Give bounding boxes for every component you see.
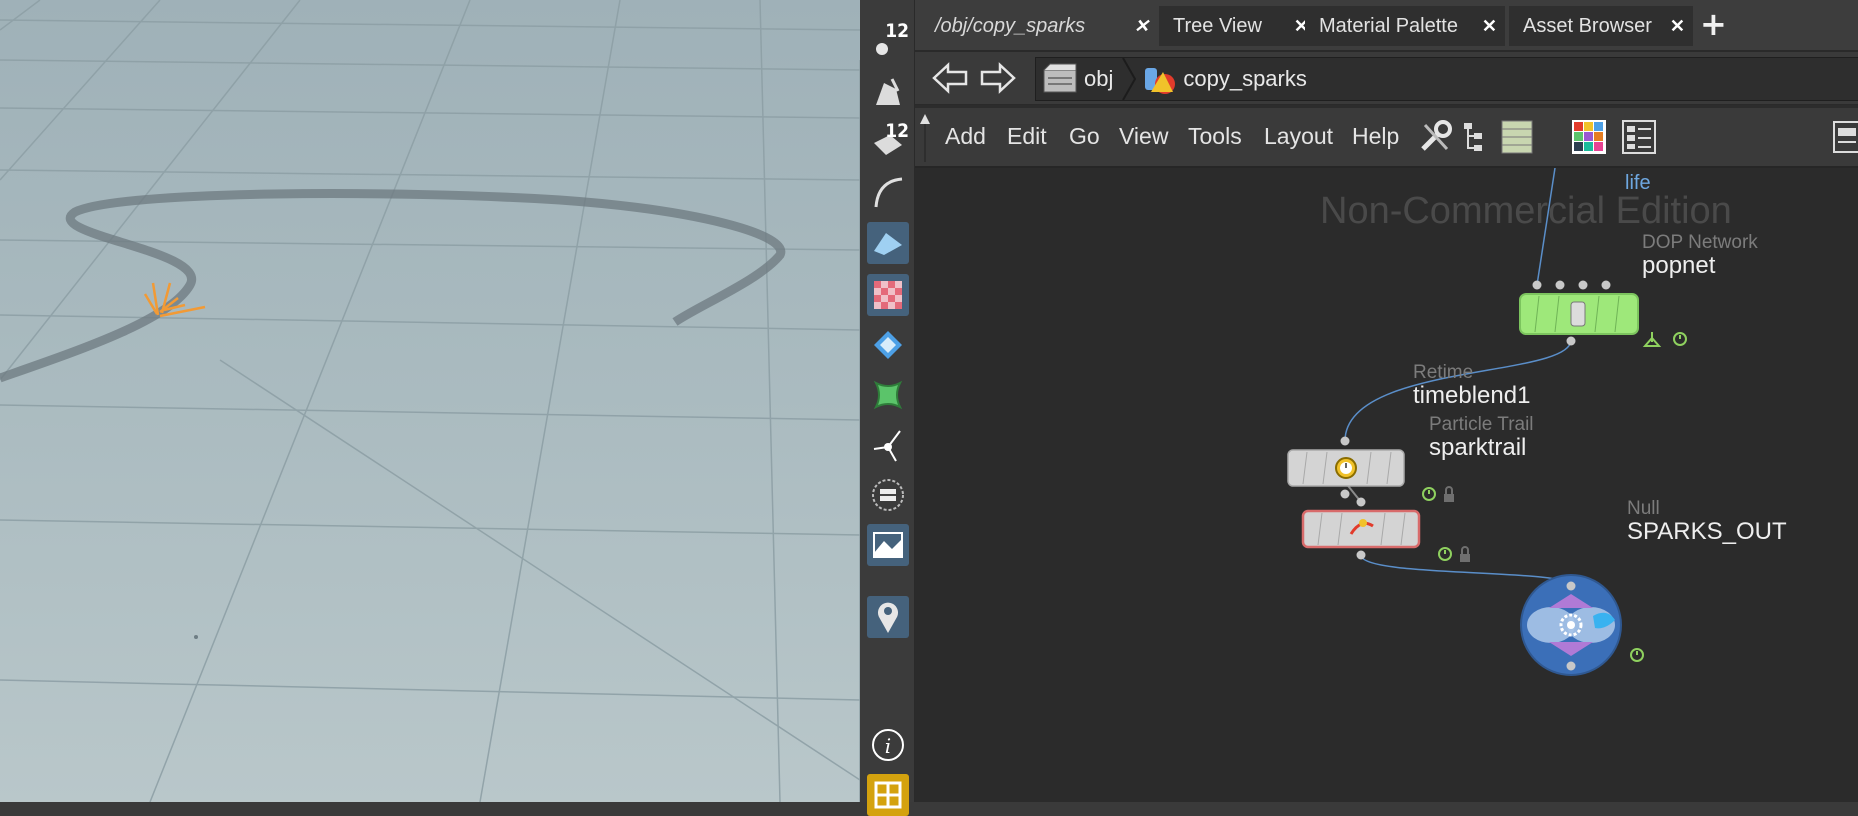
green-shape-icon[interactable]	[867, 374, 909, 416]
menu-go[interactable]: Go	[1069, 123, 1100, 150]
circle-list-icon[interactable]	[867, 474, 909, 516]
path-bar: obj copy_sparks	[915, 52, 1858, 105]
node-popnet[interactable]	[1519, 280, 1639, 346]
tool-shelf: 12 12 i	[860, 0, 915, 816]
menu-layout[interactable]: Layout	[1264, 123, 1333, 150]
node-wires	[1287, 168, 1687, 676]
close-icon[interactable]: ✕	[1134, 16, 1149, 37]
tab-network[interactable]: /obj/copy_sparks ✕	[935, 6, 1157, 46]
tree-layout-icon[interactable]	[1455, 117, 1495, 157]
color-palette-icon[interactable]	[1569, 117, 1609, 157]
close-icon[interactable]: ✕	[1670, 16, 1685, 37]
geo-object-icon	[1145, 68, 1176, 94]
tab-material-palette[interactable]: Material Palette ✕	[1305, 6, 1505, 46]
tab-tree-view[interactable]: Tree View ✕	[1159, 6, 1317, 46]
points-count-icon[interactable]: 12	[867, 20, 909, 62]
prims-count-badge: 12	[885, 120, 909, 142]
svg-text:i: i	[885, 734, 891, 758]
menu-add[interactable]: Add	[945, 123, 986, 150]
menu-edit[interactable]: Edit	[1007, 123, 1047, 150]
breadcrumb: obj copy_sparks	[1035, 57, 1858, 101]
node-name-label[interactable]: SPARKS_OUT	[1627, 518, 1787, 546]
light-handle-icon[interactable]	[867, 424, 909, 466]
node-name-label[interactable]: sparktrail	[1429, 434, 1526, 462]
pane-tab-bar: /obj/copy_sparks ✕ Tree View ✕ Material …	[915, 0, 1858, 52]
tab-label: /obj/copy_sparks	[935, 14, 1086, 37]
node-sparktrail[interactable]	[1301, 497, 1421, 560]
back-arrow-icon[interactable]	[931, 60, 971, 96]
wire-life-popnet	[1536, 168, 1556, 286]
crumb-label: copy_sparks	[1183, 66, 1307, 91]
node-type-label: Particle Trail	[1429, 414, 1534, 435]
curve-icon[interactable]	[867, 172, 909, 214]
menu-tools[interactable]: Tools	[1188, 123, 1242, 150]
pin-icon[interactable]	[867, 596, 909, 638]
network-editor-pane: /obj/copy_sparks ✕ Tree View ✕ Material …	[915, 0, 1858, 802]
points-count-badge: 12	[885, 20, 909, 42]
node-name-label[interactable]: popnet	[1642, 252, 1715, 280]
tab-label: Material Palette	[1319, 14, 1458, 37]
grid-quad-icon[interactable]	[867, 774, 909, 816]
plane-icon[interactable]	[867, 222, 909, 264]
sparks-out-flags	[1630, 648, 1644, 662]
timeblend1-flags	[1422, 486, 1454, 502]
checker-icon[interactable]	[867, 274, 909, 316]
close-icon[interactable]: ✕	[1482, 16, 1497, 37]
obj-network-icon	[1043, 63, 1077, 93]
node-type-label: DOP Network	[1642, 232, 1758, 253]
popnet-flags	[1642, 332, 1687, 347]
landscape-icon[interactable]	[867, 524, 909, 566]
node-type-label: Retime	[1413, 362, 1474, 383]
chevron-right-icon	[1122, 58, 1137, 100]
network-canvas[interactable]: Non-Commercial Edition life DOP Network …	[915, 168, 1858, 802]
pane-layout-icon[interactable]	[1825, 117, 1858, 157]
node-timeblend1[interactable]	[1287, 436, 1405, 499]
forward-arrow-icon[interactable]	[977, 60, 1017, 96]
viewport-grid	[0, 0, 860, 802]
tab-label: Tree View	[1173, 14, 1262, 37]
sparktrail-flags	[1438, 546, 1470, 562]
network-menu-bar: Add Edit Go View Tools Layout Help	[915, 108, 1858, 168]
wrench-icon[interactable]	[1415, 117, 1455, 157]
scene-viewport[interactable]	[0, 0, 860, 802]
crumb-obj[interactable]: obj	[1036, 62, 1113, 96]
node-sparks-out[interactable]	[1520, 574, 1622, 676]
prims-count-icon[interactable]: 12	[867, 120, 909, 162]
tab-label: Asset Browser	[1523, 14, 1652, 37]
crumb-copy-sparks[interactable]: copy_sparks	[1141, 62, 1307, 96]
node-name-label[interactable]: timeblend1	[1413, 382, 1530, 410]
list-view-icon[interactable]	[1497, 117, 1537, 157]
node-type-label: Null	[1627, 498, 1660, 519]
tab-asset-browser[interactable]: Asset Browser ✕	[1509, 6, 1693, 46]
paint-bucket-icon[interactable]	[867, 72, 909, 114]
info-icon[interactable]: i	[867, 724, 909, 766]
menu-view[interactable]: View	[1119, 123, 1168, 150]
dop-node-icon	[1570, 301, 1586, 327]
crumb-label: obj	[1084, 66, 1114, 91]
add-tab-button[interactable]: +	[1700, 4, 1727, 44]
diamond-plane-icon[interactable]	[867, 324, 909, 366]
menu-help[interactable]: Help	[1352, 123, 1399, 150]
collapse-arrow-icon[interactable]	[919, 110, 931, 164]
shape-palette-icon[interactable]	[1619, 117, 1659, 157]
